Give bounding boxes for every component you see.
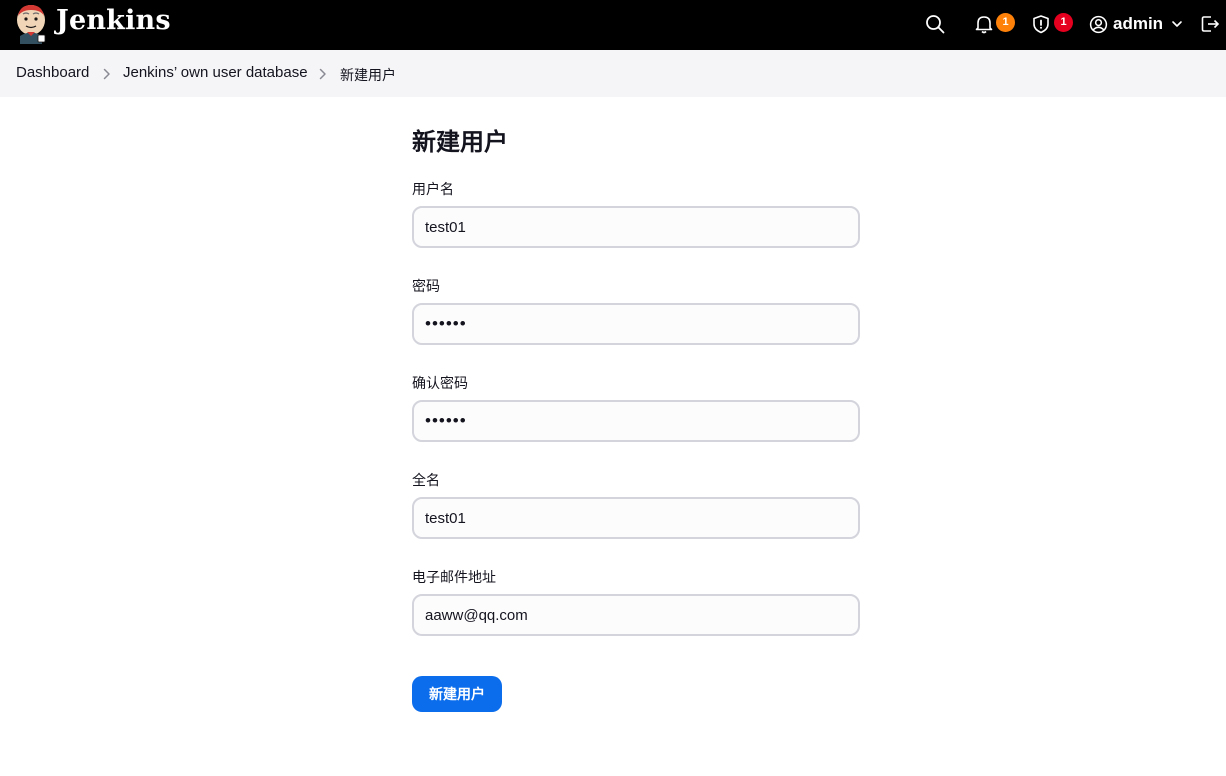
email-field[interactable] [412,594,860,636]
fullname-field[interactable] [412,497,860,539]
brand-title[interactable]: Jenkins [56,5,171,36]
breadcrumb-item-current[interactable]: 新建用户 [340,65,396,85]
chevron-right-icon [317,67,329,81]
user-name: admin [1113,14,1164,33]
chevron-right-icon [101,67,113,81]
security-count-badge: 1 [1054,13,1073,32]
shield-icon[interactable] [1030,13,1052,35]
user-menu[interactable]: admin [1089,12,1184,36]
password-label: 密码 [412,278,440,294]
notifications-count-badge: 1 [996,13,1015,32]
chevron-down-icon [1170,17,1184,31]
breadcrumb: Dashboard Jenkins’ own user database 新建用… [0,50,1226,97]
breadcrumb-item-user-database[interactable]: Jenkins’ own user database [123,64,308,81]
username-label: 用户名 [412,181,454,197]
page-title: 新建用户 [412,129,508,156]
confirm-password-field[interactable] [412,400,860,442]
create-user-button[interactable]: 新建用户 [412,676,502,712]
user-circle-icon [1089,15,1108,34]
search-icon[interactable] [924,13,946,35]
logout-icon[interactable] [1199,13,1221,35]
bell-icon[interactable] [973,13,995,35]
jenkins-logo-icon[interactable] [14,2,48,44]
breadcrumb-item-dashboard[interactable]: Dashboard [16,64,89,81]
email-label: 电子邮件地址 [412,569,496,585]
confirm-password-label: 确认密码 [412,375,468,391]
fullname-label: 全名 [412,472,440,488]
top-header: Jenkins 1 1 admin [0,0,1226,50]
username-field[interactable] [412,206,860,248]
password-field[interactable] [412,303,860,345]
